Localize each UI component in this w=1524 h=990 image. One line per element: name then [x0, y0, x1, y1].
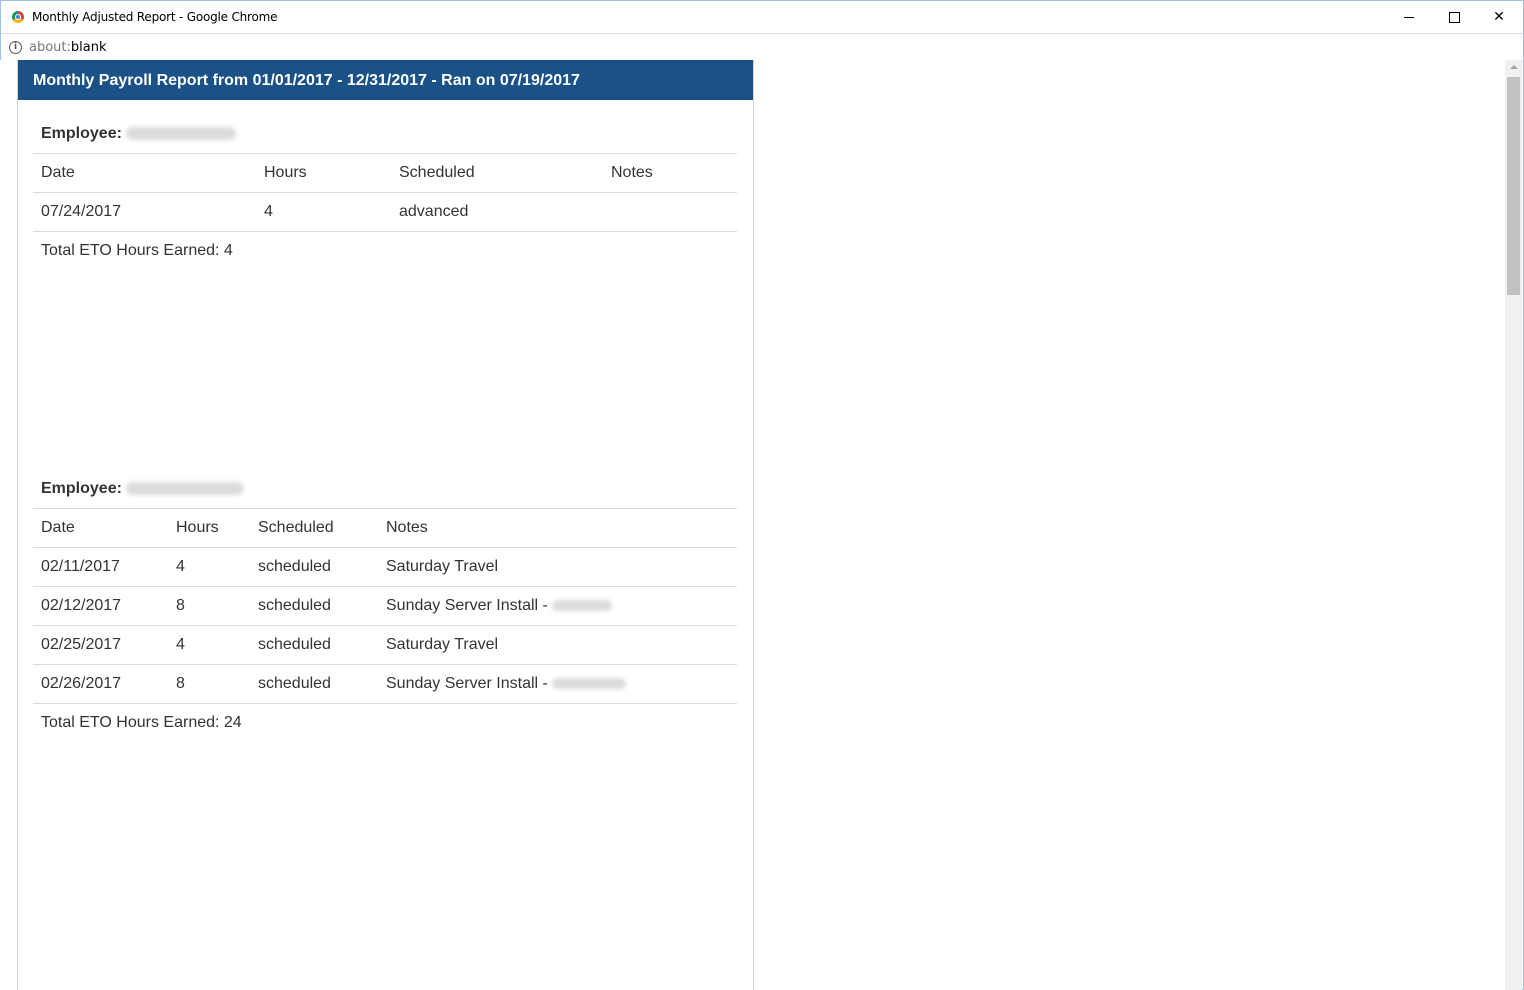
scroll-up-arrow-icon[interactable]	[1510, 65, 1518, 69]
redacted-employee-name	[125, 482, 244, 496]
column-header-date: Date	[33, 153, 256, 193]
cell-scheduled: scheduled	[250, 547, 378, 587]
report-panel: Monthly Payroll Report from 01/01/2017 -…	[17, 60, 754, 990]
cell-notes-with-redaction: Sunday Server Install -	[378, 586, 737, 626]
address-bar[interactable]: i about:blank	[1, 33, 1523, 62]
hours-table: Date Hours Scheduled Notes 02/11/2017 4 …	[33, 508, 737, 704]
window-title: Monthly Adjusted Report - Google Chrome	[32, 10, 278, 24]
cell-hours: 8	[168, 586, 250, 626]
vertical-scrollbar[interactable]	[1505, 60, 1522, 990]
employee-label: Employee:	[41, 125, 122, 142]
title-bar: Monthly Adjusted Report - Google Chrome …	[1, 1, 1523, 33]
chrome-logo-icon	[12, 11, 24, 23]
table-row: 02/26/2017 8 scheduled Sunday Server Ins…	[33, 664, 737, 704]
cell-notes: Saturday Travel	[378, 625, 737, 665]
cell-notes: Saturday Travel	[378, 547, 737, 587]
table-row: 02/12/2017 8 scheduled Sunday Server Ins…	[33, 586, 737, 626]
total-eto-hours: Total ETO Hours Earned: 4	[41, 242, 233, 259]
close-button[interactable]: ✕	[1476, 1, 1522, 33]
redacted-note-detail	[551, 600, 612, 612]
column-header-scheduled: Scheduled	[250, 508, 378, 548]
url-path: blank	[70, 40, 107, 55]
cell-notes: Sunday Server Install -	[386, 675, 548, 692]
cell-scheduled: scheduled	[250, 664, 378, 704]
cell-date: 02/25/2017	[33, 625, 168, 665]
cell-notes	[603, 192, 737, 232]
cell-hours: 8	[168, 664, 250, 704]
employee-line: Employee:	[33, 115, 737, 153]
cell-hours: 4	[168, 625, 250, 665]
report-header: Monthly Payroll Report from 01/01/2017 -…	[18, 60, 753, 100]
redacted-employee-name	[125, 127, 236, 141]
employee-section: Employee: Date Hours Scheduled Notes 02/…	[33, 470, 737, 742]
table-header-row: Date Hours Scheduled Notes	[33, 153, 737, 193]
minimize-button[interactable]	[1386, 1, 1432, 33]
close-icon: ✕	[1493, 9, 1505, 25]
url-text[interactable]: about:blank	[29, 40, 107, 55]
maximize-icon	[1448, 11, 1460, 23]
cell-scheduled: advanced	[391, 192, 603, 232]
cell-notes-with-redaction: Sunday Server Install -	[378, 664, 737, 704]
column-header-hours: Hours	[256, 153, 391, 193]
hours-table: Date Hours Scheduled Notes 07/24/2017 4 …	[33, 153, 737, 232]
column-header-notes: Notes	[603, 153, 737, 193]
table-header-row: Date Hours Scheduled Notes	[33, 508, 737, 548]
maximize-button[interactable]	[1431, 1, 1477, 33]
cell-hours: 4	[256, 192, 391, 232]
cell-date: 07/24/2017	[33, 192, 256, 232]
table-row: 02/25/2017 4 scheduled Saturday Travel	[33, 625, 737, 665]
employee-label: Employee:	[41, 480, 122, 497]
cell-hours: 4	[168, 547, 250, 587]
redacted-note-detail	[551, 678, 626, 690]
info-icon[interactable]: i	[9, 41, 22, 54]
total-eto-hours: Total ETO Hours Earned: 24	[41, 714, 242, 731]
employee-section: Employee: Date Hours Scheduled Notes 07/…	[33, 115, 737, 270]
cell-scheduled: scheduled	[250, 586, 378, 626]
minimize-icon	[1404, 16, 1414, 18]
column-header-date: Date	[33, 508, 168, 548]
column-header-hours: Hours	[168, 508, 250, 548]
cell-date: 02/12/2017	[33, 586, 168, 626]
cell-notes: Sunday Server Install -	[386, 597, 548, 614]
column-header-scheduled: Scheduled	[391, 153, 603, 193]
url-scheme: about:	[29, 40, 71, 55]
cell-date: 02/26/2017	[33, 664, 168, 704]
table-row: 07/24/2017 4 advanced	[33, 192, 737, 232]
page-viewport: Monthly Payroll Report from 01/01/2017 -…	[0, 60, 1505, 990]
cell-scheduled: scheduled	[250, 625, 378, 665]
cell-date: 02/11/2017	[33, 547, 168, 587]
table-row: 02/11/2017 4 scheduled Saturday Travel	[33, 547, 737, 587]
employee-line: Employee:	[33, 470, 737, 508]
column-header-notes: Notes	[378, 508, 737, 548]
scrollbar-thumb[interactable]	[1507, 77, 1520, 295]
